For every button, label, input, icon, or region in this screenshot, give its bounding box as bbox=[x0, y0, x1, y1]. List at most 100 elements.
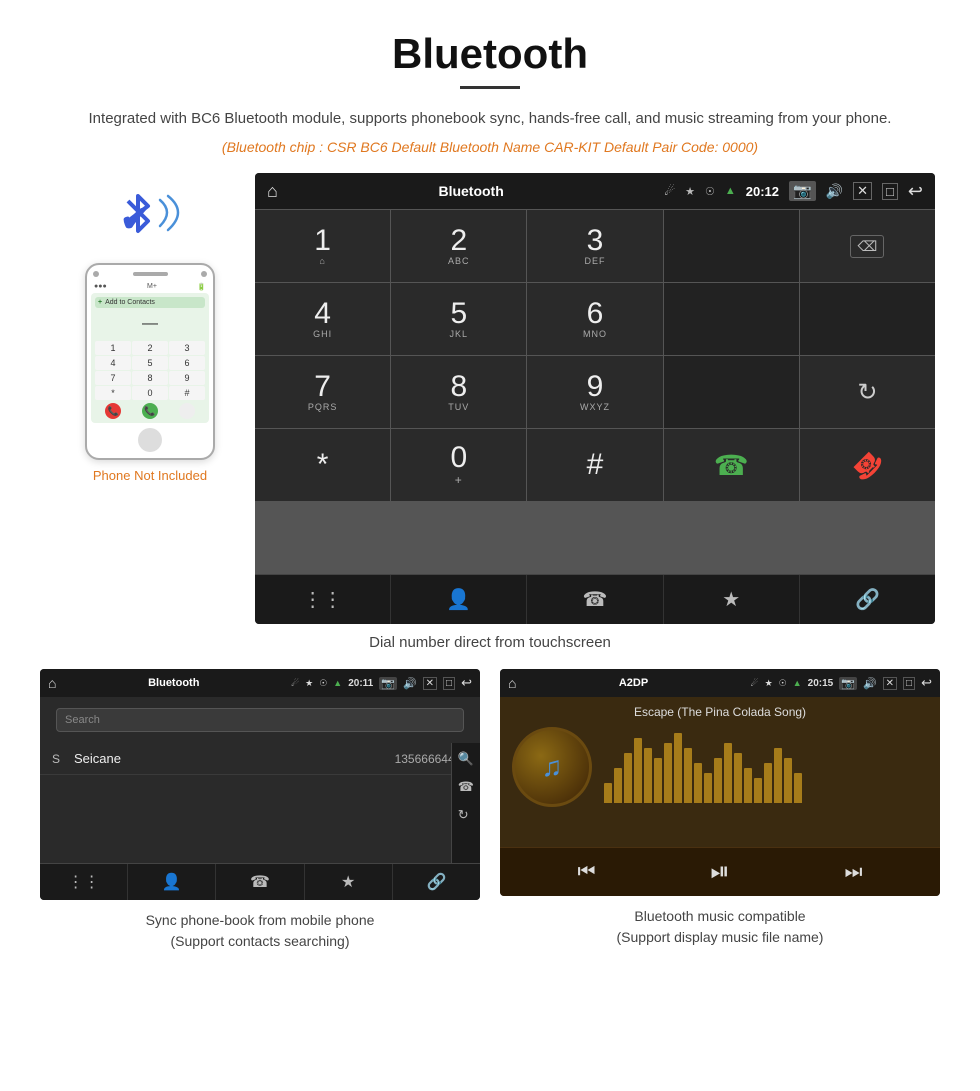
dial-key-0[interactable]: 0 + bbox=[391, 429, 526, 501]
pb-nav-bar: ⋮⋮ 👤 ☎ ★ 🔗 bbox=[40, 863, 480, 900]
eq-bar bbox=[784, 758, 792, 803]
pb-time: 20:11 bbox=[348, 678, 373, 689]
music-usb-icon: ☄ bbox=[751, 678, 759, 689]
unit-usb-icon: ☄ bbox=[664, 184, 675, 198]
music-win-icon[interactable]: ✕ bbox=[883, 677, 897, 690]
unit-time: 20:12 bbox=[746, 184, 779, 199]
subtitle-text: Integrated with BC6 Bluetooth module, su… bbox=[0, 107, 980, 131]
dial-key-1[interactable]: 1 ⌂ bbox=[255, 210, 390, 282]
unit-camera-icon[interactable]: 📷 bbox=[789, 181, 816, 201]
pb-screen-icon[interactable]: □ bbox=[443, 677, 455, 690]
unit-back-icon[interactable]: ↩ bbox=[908, 181, 923, 202]
music-note-icon: ♫ bbox=[542, 751, 563, 783]
dial-key-star[interactable]: * bbox=[255, 429, 390, 501]
pb-side-search-icon[interactable]: 🔍 bbox=[458, 751, 474, 767]
phone-mockup: ●●● M+ 🔋 + Add to Contacts — 1 2 3 4 5 6… bbox=[85, 263, 215, 460]
pb-nav-contacts[interactable]: 👤 bbox=[128, 864, 216, 900]
dial-key-3[interactable]: 3 DEF bbox=[527, 210, 662, 282]
pb-side-refresh-icon[interactable]: ↻ bbox=[458, 807, 474, 823]
pb-contact-list: S Seicane 13566664466 🔍 ☎ ↻ bbox=[40, 743, 480, 863]
nav-link-icon[interactable]: 🔗 bbox=[800, 575, 935, 624]
music-content: Escape (The Pina Colada Song) ♫ bbox=[500, 697, 940, 847]
eq-bar bbox=[694, 763, 702, 803]
music-volume-icon[interactable]: 🔊 bbox=[863, 677, 877, 690]
album-art: ♫ bbox=[512, 727, 592, 807]
phone-not-included-label: Phone Not Included bbox=[93, 468, 207, 483]
music-home-icon[interactable]: ⌂ bbox=[508, 675, 516, 691]
dial-caption: Dial number direct from touchscreen bbox=[0, 634, 980, 651]
eq-bar bbox=[624, 753, 632, 803]
dial-key-4[interactable]: 4 GHI bbox=[255, 283, 390, 355]
music-playpause-icon[interactable]: ⏯ bbox=[710, 858, 729, 886]
phone-keypad: 1 2 3 4 5 6 7 8 9 * 0 # bbox=[95, 341, 205, 400]
eq-bar bbox=[764, 763, 772, 803]
nav-contacts-icon[interactable]: 👤 bbox=[391, 575, 527, 624]
pb-nav-bt[interactable]: ★ bbox=[305, 864, 393, 900]
pb-side-icons: 🔍 ☎ ↻ bbox=[451, 743, 480, 863]
unit-home-icon[interactable]: ⌂ bbox=[267, 181, 278, 202]
music-statusbar: ⌂ A2DP ☄ ★ ☉ ▲ 20:15 📷 🔊 ✕ □ ↩ bbox=[500, 669, 940, 697]
phone-area: ✔ ●●● M+ 🔋 bbox=[45, 173, 255, 483]
unit-bt-icon: ★ bbox=[685, 185, 695, 198]
unit-volume-icon[interactable]: 🔊 bbox=[826, 183, 843, 200]
unit-nav-bar: ⋮⋮ 👤 ☎ ★ 🔗 bbox=[255, 574, 935, 624]
pb-search-area: Search bbox=[40, 697, 480, 743]
pb-nav-phone[interactable]: ☎ bbox=[216, 864, 304, 900]
pb-search-input[interactable]: Search bbox=[56, 708, 464, 732]
bottom-row: ⌂ Bluetooth ☄ ★ ☉ ▲ 20:11 📷 🔊 ✕ □ ↩ Sear… bbox=[0, 669, 980, 952]
pb-home-icon[interactable]: ⌂ bbox=[48, 675, 56, 691]
dial-cell-empty-4 bbox=[664, 356, 799, 428]
pb-contact-row[interactable]: S Seicane 13566664466 bbox=[40, 743, 480, 775]
pb-gps-icon: ☉ bbox=[319, 678, 327, 689]
pb-bt-icon: ★ bbox=[305, 678, 313, 689]
music-screen-icon[interactable]: □ bbox=[903, 677, 915, 690]
eq-bar bbox=[664, 743, 672, 803]
dial-key-8[interactable]: 8 TUV bbox=[391, 356, 526, 428]
eq-bar bbox=[794, 773, 802, 803]
phone-action-row: 📞 📞 bbox=[95, 403, 205, 419]
pb-volume-icon[interactable]: 🔊 bbox=[403, 677, 417, 690]
specs-text: (Bluetooth chip : CSR BC6 Default Blueto… bbox=[0, 139, 980, 155]
unit-window-icon[interactable]: ✕ bbox=[853, 182, 872, 200]
dial-key-5[interactable]: 5 JKL bbox=[391, 283, 526, 355]
nav-phone-icon[interactable]: ☎ bbox=[527, 575, 663, 624]
dial-key-refresh[interactable]: ↻ bbox=[800, 356, 935, 428]
music-back-icon[interactable]: ↩ bbox=[921, 675, 932, 691]
eq-bar bbox=[774, 748, 782, 803]
dial-cell-empty-2 bbox=[664, 283, 799, 355]
bluetooth-signal: ✔ bbox=[110, 183, 190, 253]
music-controls: ⏮ ⏯ ⏭ bbox=[500, 847, 940, 896]
unit-screen-title: Bluetooth bbox=[288, 183, 654, 199]
pb-nav-grid[interactable]: ⋮⋮ bbox=[40, 864, 128, 900]
pb-camera-icon[interactable]: 📷 bbox=[379, 677, 397, 690]
pb-nav-link[interactable]: 🔗 bbox=[393, 864, 480, 900]
music-time: 20:15 bbox=[808, 678, 834, 689]
phone-home-button[interactable] bbox=[138, 428, 162, 452]
dial-key-7[interactable]: 7 PQRS bbox=[255, 356, 390, 428]
dial-key-call[interactable]: ☎ bbox=[664, 429, 799, 501]
eq-bar bbox=[604, 783, 612, 803]
pb-win-icon[interactable]: ✕ bbox=[423, 677, 437, 690]
pb-back-icon[interactable]: ↩ bbox=[461, 675, 472, 691]
dial-key-end-call[interactable]: ☎ bbox=[800, 429, 935, 501]
dial-key-2[interactable]: 2 ABC bbox=[391, 210, 526, 282]
unit-statusbar: ⌂ Bluetooth ☄ ★ ☉ ▲ 20:12 📷 🔊 ✕ □ ↩ bbox=[255, 173, 935, 209]
dial-key-9[interactable]: 9 WXYZ bbox=[527, 356, 662, 428]
phone-speaker bbox=[133, 272, 168, 276]
eq-bar bbox=[684, 748, 692, 803]
dial-key-hash[interactable]: # bbox=[527, 429, 662, 501]
dial-key-backspace[interactable]: ⌫ bbox=[800, 210, 935, 282]
music-prev-icon[interactable]: ⏮ bbox=[577, 861, 595, 884]
music-camera-icon[interactable]: 📷 bbox=[839, 677, 857, 690]
dial-key-6[interactable]: 6 MNO bbox=[527, 283, 662, 355]
nav-bluetooth-icon[interactable]: ★ bbox=[664, 575, 800, 624]
music-next-icon[interactable]: ⏭ bbox=[845, 861, 863, 884]
dial-cell-empty-3 bbox=[800, 283, 935, 355]
unit-signal-icon: ▲ bbox=[725, 185, 736, 197]
music-screen: ⌂ A2DP ☄ ★ ☉ ▲ 20:15 📷 🔊 ✕ □ ↩ Escape (T… bbox=[500, 669, 940, 896]
unit-screen2-icon[interactable]: □ bbox=[882, 183, 898, 200]
unit-gps-icon: ☉ bbox=[705, 185, 715, 198]
pb-side-phone-icon[interactable]: ☎ bbox=[458, 779, 474, 795]
nav-grid-icon[interactable]: ⋮⋮ bbox=[255, 575, 391, 624]
music-song-title: Escape (The Pina Colada Song) bbox=[634, 705, 806, 719]
